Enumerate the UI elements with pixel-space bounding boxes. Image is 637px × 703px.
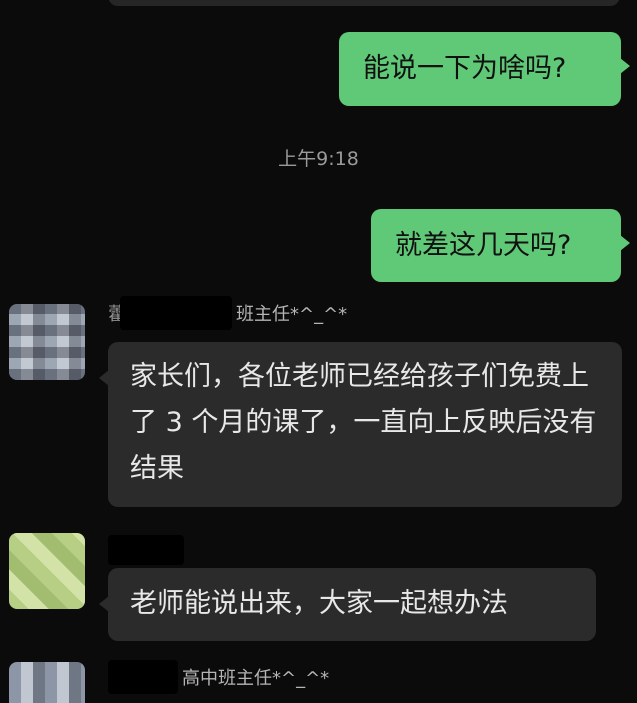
message-text: 能说一下为啥吗? <box>363 53 567 84</box>
sender-name-text: 高中班主任*^_^* <box>182 668 330 689</box>
redaction-block <box>108 535 184 565</box>
sender-name: 藿 班主任*^_^* <box>108 296 347 330</box>
sender-name <box>108 533 184 567</box>
message-text: 老师能说出来，大家一起想办法 <box>130 588 508 619</box>
message-text: 就差这几天吗? <box>395 229 572 261</box>
redaction-block <box>108 660 178 694</box>
sender-avatar[interactable] <box>9 533 85 609</box>
sender-avatar[interactable] <box>9 662 85 703</box>
redaction-block <box>120 296 232 330</box>
sender-avatar[interactable] <box>9 304 85 380</box>
message-bubble-incoming[interactable]: 老师能说出来，大家一起想办法 <box>99 568 596 641</box>
message-timestamp: 上午9:18 <box>278 148 359 170</box>
message-bubble-outgoing[interactable]: 能说一下为啥吗? <box>339 32 630 106</box>
message-text: 家长们，各位老师已经给孩子们免费上了 3 个月的课了，一直向上反映后没有结果 <box>130 361 597 484</box>
chat-history[interactable]: 能说一下为啥吗? 上午9:18 就差这几天吗? 藿 班主任*^_^* 家长们，各… <box>0 0 637 703</box>
sender-name: 高中班主任*^_^* <box>108 660 329 694</box>
message-bubble-outgoing[interactable]: 就差这几天吗? <box>371 209 630 282</box>
sender-name-partial-glyph: 藿 <box>108 304 120 325</box>
message-bubble-partial[interactable] <box>108 0 620 6</box>
sender-name-text: 班主任*^_^* <box>236 304 348 325</box>
message-bubble-incoming[interactable]: 家长们，各位老师已经给孩子们免费上了 3 个月的课了，一直向上反映后没有结果 <box>99 342 622 507</box>
